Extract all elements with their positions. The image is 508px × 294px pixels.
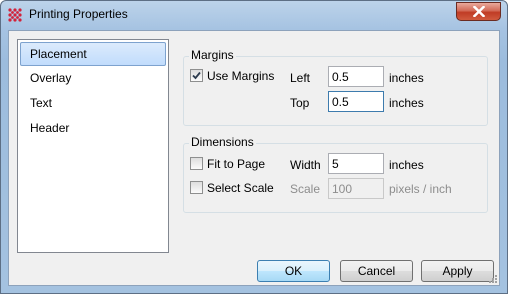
dialog-client-area: Placement Overlay Text Header Margins Us… [8, 30, 500, 286]
window-title: Printing Properties [29, 7, 128, 21]
scale-unit-label: pixels / inch [389, 182, 452, 196]
dimensions-group-label: Dimensions [189, 135, 256, 149]
list-item-placement[interactable]: Placement [20, 42, 166, 66]
top-label: Top [290, 96, 310, 110]
width-label: Width [290, 158, 321, 172]
resize-grip-icon[interactable] [487, 273, 497, 283]
use-margins-checkbox[interactable] [190, 69, 203, 82]
left-unit-label: inches [389, 71, 424, 85]
list-item-header[interactable]: Header [20, 117, 166, 141]
select-scale-checkbox[interactable] [190, 181, 203, 194]
list-item-overlay[interactable]: Overlay [20, 67, 166, 91]
cancel-button[interactable]: Cancel [340, 260, 413, 282]
list-item-label: Text [30, 96, 53, 110]
ok-button[interactable]: OK [257, 260, 330, 282]
top-margin-input[interactable] [328, 91, 384, 112]
close-button[interactable] [456, 2, 501, 21]
scale-label: Scale [290, 182, 321, 196]
list-item-label: Header [30, 121, 70, 135]
checkmark-icon [192, 71, 201, 80]
use-margins-label[interactable]: Use Margins [207, 69, 274, 83]
category-list[interactable]: Placement Overlay Text Header [17, 39, 169, 253]
left-margin-input[interactable] [328, 66, 384, 87]
title-bar[interactable]: Printing Properties [1, 1, 507, 29]
apply-button[interactable]: Apply [421, 260, 494, 282]
close-icon [472, 6, 485, 17]
list-item-text[interactable]: Text [20, 92, 166, 116]
left-label: Left [290, 71, 311, 85]
select-scale-label[interactable]: Select Scale [207, 181, 274, 195]
dialog-window: Printing Properties Placement Overlay Te… [0, 0, 508, 294]
list-item-label: Placement [30, 47, 87, 61]
grid-app-icon [7, 7, 23, 23]
fit-to-page-checkbox[interactable] [190, 157, 203, 170]
scale-input[interactable] [328, 178, 384, 199]
width-input[interactable] [328, 153, 384, 174]
margins-group-label: Margins [189, 48, 236, 62]
fit-to-page-label[interactable]: Fit to Page [207, 157, 265, 171]
top-unit-label: inches [389, 96, 424, 110]
width-unit-label: inches [389, 158, 424, 172]
list-item-label: Overlay [30, 71, 72, 85]
